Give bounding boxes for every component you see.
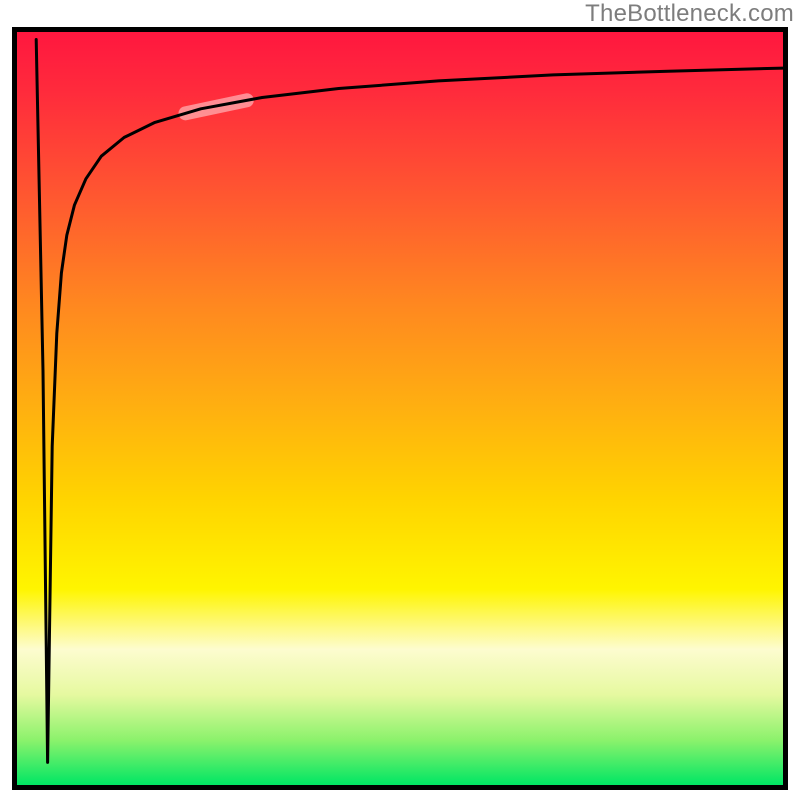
chart-container: TheBottleneck.com <box>0 0 800 800</box>
attribution-text: TheBottleneck.com <box>585 0 794 28</box>
curve-svg <box>17 32 783 785</box>
bottleneck-curve <box>36 40 783 763</box>
plot-frame <box>12 27 788 790</box>
